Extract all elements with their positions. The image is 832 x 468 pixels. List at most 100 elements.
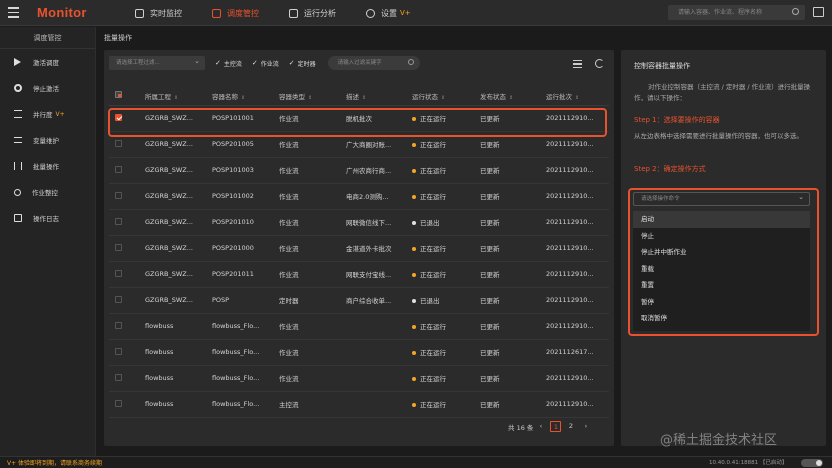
stop-circle-icon — [14, 84, 22, 92]
table-row[interactable]: GZGRB_SWZ... POSP201011 作业流 网联支付宝线... 正在运行 已更… — [109, 261, 609, 288]
table-body: GZGRB_SWZ... POSP101001 作业流 脱机批次 正在运行 已更新 2021… — [109, 105, 609, 418]
row-checkbox[interactable] — [115, 373, 122, 381]
cell-type: 作业流 — [273, 131, 340, 158]
cell-name: POSP201005 — [206, 131, 273, 158]
cell-publish: 已更新 — [474, 105, 540, 132]
operation-option-start[interactable]: 启动 — [633, 211, 810, 228]
global-search-input[interactable]: 请输入容器、作业流、程序名称 — [668, 5, 805, 20]
prev-page-icon[interactable]: ‹ — [535, 421, 546, 432]
operation-option-resume[interactable]: 取消暂停 — [633, 310, 810, 327]
column-header[interactable]: 所属工程 ⇕ — [139, 87, 206, 106]
cell-batch: 2021112910... — [540, 235, 609, 262]
nav-schedule-control[interactable]: 调度管控 — [212, 0, 259, 26]
cell-type: 作业流 — [273, 209, 340, 236]
cell-project: GZGRB_SWZ... — [139, 105, 206, 132]
cell-status: 正在运行 — [406, 131, 474, 158]
status-toggle[interactable] — [801, 459, 823, 467]
message-icon[interactable] — [813, 7, 824, 17]
row-checkbox[interactable] — [115, 191, 122, 199]
operation-option-stop[interactable]: 停止 — [633, 228, 810, 245]
sidebar-item-variables[interactable]: 变量维护 — [0, 127, 95, 153]
total-count: 共 16 条 — [508, 423, 534, 432]
license-notice[interactable]: V+ 体验即将到期，请联系商务续期 — [7, 458, 102, 467]
keyword-filter-input[interactable]: 请输入过滤关键字 — [327, 56, 420, 70]
page-button[interactable]: 1 — [550, 421, 562, 432]
vplus-badge: V+ — [400, 9, 411, 17]
operation-option-reload[interactable]: 重载 — [633, 261, 810, 278]
sidebar-item-job-control[interactable]: 作业整控 — [0, 179, 95, 205]
table-row[interactable]: GZGRB_SWZ... POSP101001 作业流 脱机批次 正在运行 已更新 2021… — [109, 105, 609, 132]
checkmark-icon: ✓ — [288, 59, 295, 67]
column-settings-icon[interactable] — [573, 60, 582, 68]
sidebar-item-label: 激活调度 — [33, 59, 59, 67]
column-header[interactable]: 运行状态 ⇕ — [406, 87, 474, 106]
table-row[interactable]: flowbuss flowbuss_Flo... 作业流 正在运行 已更新 2021112… — [109, 365, 609, 392]
column-header-label: 容器名称 — [212, 92, 238, 101]
table-row[interactable]: GZGRB_SWZ... POSP 定时器 商户综合收单... 已退出 已更新 202111… — [109, 287, 609, 314]
cell-name: POSP101003 — [206, 157, 273, 184]
cell-desc — [340, 391, 406, 418]
page-button[interactable]: 2 — [565, 421, 576, 432]
project-filter-select[interactable]: 请选择工程过滤... — [109, 54, 205, 70]
container-table-panel: 请选择工程过滤... ✓ 主控流 ✓ 作业流 ✓ 定时器 请输入过滤关键字 所属… — [104, 50, 614, 446]
table-row[interactable]: flowbuss flowbuss_Flo... 作业流 正在运行 已更新 2021112… — [109, 313, 609, 340]
row-checkbox[interactable] — [115, 139, 122, 147]
operation-option-reset[interactable]: 重置 — [633, 277, 810, 294]
status-text: 已退出 — [420, 297, 440, 305]
row-checkbox[interactable] — [115, 321, 122, 329]
table-row[interactable]: GZGRB_SWZ... POSP201010 作业流 网联微信线下... 已退出 已更新… — [109, 209, 609, 236]
next-page-icon[interactable]: › — [580, 421, 591, 432]
nav-settings[interactable]: 设置 V+ — [366, 0, 411, 26]
sidebar-item-logs[interactable]: 操作日志 — [0, 205, 95, 231]
refresh-icon[interactable] — [595, 59, 604, 68]
table-row[interactable]: flowbuss flowbuss_Flo... 主控流 正在运行 已更新 2021112… — [109, 391, 609, 418]
column-header[interactable]: 运行批次 ⇕ — [540, 87, 609, 106]
row-checkbox[interactable] — [115, 269, 122, 277]
cell-status: 正在运行 — [406, 105, 474, 132]
row-checkbox[interactable] — [115, 243, 122, 251]
status-dot — [412, 195, 416, 199]
table-row[interactable]: GZGRB_SWZ... POSP201005 作业流 广大商圈对账... 正在运行 已更… — [109, 131, 609, 158]
cell-status: 正在运行 — [406, 157, 474, 184]
operation-option-pause[interactable]: 暂停 — [633, 294, 810, 311]
sidebar-item-parallel[interactable]: 并行度 V+ — [0, 101, 95, 127]
row-checkbox[interactable] — [115, 165, 122, 173]
row-checkbox[interactable] — [115, 295, 122, 303]
filter-check-job-flow[interactable]: ✓ 作业流 — [252, 59, 279, 68]
nav-realtime-monitor[interactable]: 实时监控 — [135, 0, 182, 26]
cell-project: GZGRB_SWZ... — [139, 209, 206, 236]
cell-batch: 2021112910... — [540, 365, 609, 392]
row-checkbox[interactable] — [115, 347, 122, 355]
search-icon[interactable] — [792, 8, 799, 15]
main-nav: 实时监控 调度管控 运行分析 设置 V+ — [135, 0, 441, 26]
column-header[interactable]: 描述 ⇕ — [340, 87, 406, 106]
row-checkbox[interactable] — [115, 399, 122, 407]
column-header[interactable]: 发布状态 ⇕ — [474, 87, 540, 106]
cell-desc — [340, 339, 406, 366]
sidebar-title: 调度管控 — [0, 27, 95, 49]
cell-batch: 2021112910... — [540, 391, 609, 418]
table-row[interactable]: GZGRB_SWZ... POSP101003 作业流 广州农商行商... 正在运行 已更… — [109, 157, 609, 184]
operation-select[interactable]: 请选择操作命令 — [633, 191, 810, 206]
row-select-cell — [109, 261, 139, 288]
hamburger-menu-icon[interactable] — [8, 7, 19, 18]
sidebar-item-batch[interactable]: 批量操作 — [0, 153, 95, 179]
table-row[interactable]: GZGRB_SWZ... POSP101002 作业流 电商2.0测购... 正在运行 已… — [109, 183, 609, 210]
sidebar-item-activate[interactable]: 激活调度 — [0, 49, 95, 75]
table-row[interactable]: flowbuss flowbuss_Flo... 作业流 正在运行 已更新 2021112… — [109, 339, 609, 366]
table-row[interactable]: GZGRB_SWZ... POSP201000 作业流 金湛道外卡批次 正在运行 已更新 2… — [109, 235, 609, 262]
select-all-checkbox[interactable] — [115, 91, 122, 99]
nav-run-analysis[interactable]: 运行分析 — [289, 0, 336, 26]
sidebar-item-stop-activate[interactable]: 停止激活 — [0, 75, 95, 101]
filter-check-timer[interactable]: ✓ 定时器 — [289, 59, 316, 68]
row-checkbox[interactable] — [115, 113, 122, 121]
operation-option-stop-interrupt[interactable]: 停止并中断作业 — [633, 244, 810, 261]
status-dot — [412, 143, 416, 147]
status-dot — [412, 117, 416, 121]
column-header[interactable]: 容器名称 ⇕ — [206, 87, 273, 106]
row-select-cell — [109, 209, 139, 236]
cell-desc: 广州农商行商... — [340, 157, 406, 184]
filter-check-master-flow[interactable]: ✓ 主控流 — [215, 59, 242, 68]
row-checkbox[interactable] — [115, 217, 122, 225]
column-header[interactable]: 容器类型 ⇕ — [273, 87, 340, 106]
